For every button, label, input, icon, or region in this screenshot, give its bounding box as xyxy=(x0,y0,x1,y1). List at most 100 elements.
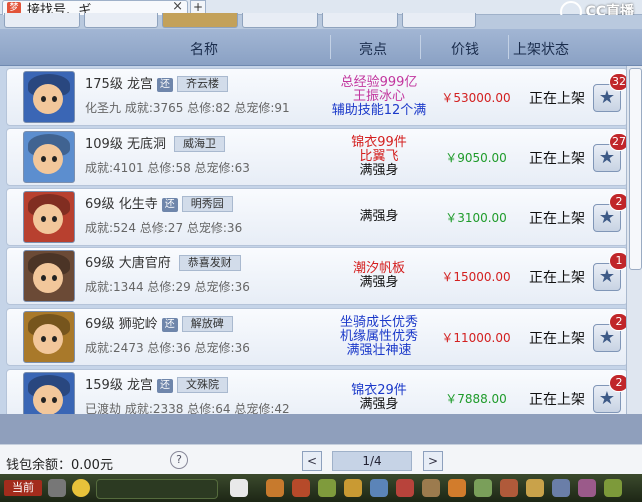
highlight-text: 锦衣29件 xyxy=(351,383,407,398)
price-value: ￥7888.00 xyxy=(445,392,507,406)
chat-input[interactable] xyxy=(96,479,218,499)
mail-icon[interactable] xyxy=(552,479,570,497)
character-title: 109级 无底洞 威海卫 xyxy=(85,133,225,152)
character-title: 69级 狮驼岭还解放碑 xyxy=(85,313,233,332)
close-icon[interactable]: × xyxy=(172,0,183,14)
price-value: ￥11000.00 xyxy=(441,331,511,345)
character-avatar[interactable] xyxy=(23,71,75,123)
current-channel-button[interactable]: 当前 xyxy=(4,480,42,496)
list-bottom-area xyxy=(0,414,642,444)
avatar-face xyxy=(33,84,63,114)
highlight-text: 总经验999亿 xyxy=(340,75,418,90)
server-name: 明秀园 xyxy=(181,196,233,212)
column-status[interactable]: 上架状态 xyxy=(513,39,569,59)
favorite-count-badge: 27 xyxy=(609,133,626,151)
treasure-icon[interactable] xyxy=(292,479,310,497)
avatar-eye xyxy=(52,96,57,102)
help-icon[interactable]: ? xyxy=(170,451,188,469)
scrollbar[interactable] xyxy=(626,66,642,414)
skill-icon[interactable] xyxy=(318,479,336,497)
listing-status: 正在上架 xyxy=(529,91,585,107)
character-stats: 成就:524 总修:27 总宠修:36 xyxy=(85,221,243,235)
avatar-face xyxy=(33,263,63,293)
character-level: 175级 xyxy=(85,77,123,92)
character-avatar[interactable] xyxy=(23,131,75,183)
highlight-cell: 坐骑成长优秀 机缘属性优秀 满强壮神速 xyxy=(329,309,429,365)
team-icon[interactable] xyxy=(370,479,388,497)
character-avatar[interactable] xyxy=(23,372,75,414)
highlight-cell: 满强身 xyxy=(329,189,429,245)
table-row[interactable]: 69级 化生寺还明秀园 成就:524 总修:27 总宠修:36 满强身 ￥3100.0… xyxy=(6,188,626,246)
return-badge: 还 xyxy=(161,198,178,212)
ranking-icon[interactable] xyxy=(526,479,544,497)
prev-page-button[interactable]: < xyxy=(302,451,322,471)
table-row[interactable]: 159级 龙宫还文殊院 已渡劫 成就:2338 总修:64 总宠修:42 锦衣29件… xyxy=(6,369,626,414)
pet-icon[interactable] xyxy=(230,479,248,497)
category-tabs xyxy=(0,13,642,29)
account-list: 175级 龙宫还齐云楼化圣九 成就:3765 总修:82 总宠修:91 总经验99… xyxy=(0,66,626,414)
highlight-text: 满强身 xyxy=(359,209,399,224)
table-row[interactable]: 69级 大唐官府 恭喜发财 成就:1344 总修:29 总宠修:36 潮汐帆板 满强身 ￥… xyxy=(6,247,626,305)
bag-icon[interactable] xyxy=(266,479,284,497)
return-badge: 还 xyxy=(161,318,178,332)
highlight-text: 辅助技能12个满 xyxy=(331,103,427,118)
character-level: 159级 xyxy=(85,378,123,393)
character-avatar[interactable] xyxy=(23,250,75,302)
character-avatar[interactable] xyxy=(23,311,75,363)
highlight-text: 王振冰心 xyxy=(352,89,405,104)
character-stats: 成就:4101 总修:58 总宠修:63 xyxy=(85,161,250,175)
page-indicator: 1/4 xyxy=(332,451,412,471)
system-icon[interactable] xyxy=(604,479,622,497)
price-value: ￥9050.00 xyxy=(445,151,507,165)
character-stats: 成就:2473 总修:36 总宠修:36 xyxy=(85,341,250,355)
category-tab-active[interactable] xyxy=(162,13,238,28)
column-price[interactable]: 价钱 xyxy=(451,39,479,59)
character-avatar[interactable] xyxy=(23,191,75,243)
friend-icon[interactable] xyxy=(500,479,518,497)
avatar-face xyxy=(33,324,63,354)
next-page-button[interactable]: > xyxy=(423,451,443,471)
table-row[interactable]: 109级 无底洞 威海卫 成就:4101 总修:58 总宠修:63 锦衣99件 比翼飞满… xyxy=(6,128,626,186)
price-value: ￥3100.00 xyxy=(445,211,507,225)
microphone-icon[interactable] xyxy=(48,479,66,497)
highlight-text: 机缘属性优秀 xyxy=(339,329,418,344)
favorite-count-badge: 1 xyxy=(609,252,626,270)
character-stats: 已渡劫 成就:2338 总修:64 总宠修:42 xyxy=(85,402,290,414)
category-tab[interactable] xyxy=(402,13,476,28)
scroll-icon[interactable] xyxy=(422,479,440,497)
character-stats: 成就:1344 总修:29 总宠修:36 xyxy=(85,280,250,294)
highlight-cell: 总经验999亿 王振冰心 辅助技能12个满 xyxy=(329,69,429,125)
quest-icon[interactable] xyxy=(344,479,362,497)
price-value: ￥53000.00 xyxy=(441,91,511,105)
highlight-text: 满强身 xyxy=(359,275,399,290)
column-highlight[interactable]: 亮点 xyxy=(359,39,387,59)
table-row[interactable]: 69级 狮驼岭还解放碑成就:2473 总修:36 总宠修:36 坐骑成长优秀 机缘属… xyxy=(6,308,626,366)
listing-status: 正在上架 xyxy=(529,151,585,167)
category-tab[interactable] xyxy=(4,13,80,28)
avatar-eye xyxy=(52,397,57,403)
column-name[interactable]: 名称 xyxy=(190,39,218,59)
table-row[interactable]: 175级 龙宫还齐云楼化圣九 成就:3765 总修:82 总宠修:91 总经验99… xyxy=(6,68,626,126)
category-tab[interactable] xyxy=(322,13,398,28)
activity-icon[interactable] xyxy=(578,479,596,497)
server-name: 恭喜发财 xyxy=(178,255,241,271)
character-level: 69级 xyxy=(85,197,115,212)
column-divider xyxy=(420,35,421,59)
server-name: 齐云楼 xyxy=(176,76,228,92)
character-stats: 化圣九 成就:3765 总修:82 总宠修:91 xyxy=(85,101,290,115)
character-title: 175级 龙宫还齐云楼 xyxy=(85,73,228,92)
avatar-face xyxy=(33,144,63,174)
listing-status: 正在上架 xyxy=(529,331,585,347)
favorite-count-badge: 2 xyxy=(609,193,626,211)
map-icon[interactable] xyxy=(474,479,492,497)
gift-icon[interactable] xyxy=(396,479,414,497)
emoji-icon[interactable] xyxy=(72,479,90,497)
category-tab[interactable] xyxy=(242,13,318,28)
shop-icon[interactable] xyxy=(448,479,466,497)
avatar-eye xyxy=(52,156,57,162)
column-divider xyxy=(330,35,331,59)
server-name: 解放碑 xyxy=(181,316,233,332)
category-tab[interactable] xyxy=(84,13,158,28)
return-badge: 还 xyxy=(156,379,173,393)
scrollbar-thumb[interactable] xyxy=(629,68,642,270)
